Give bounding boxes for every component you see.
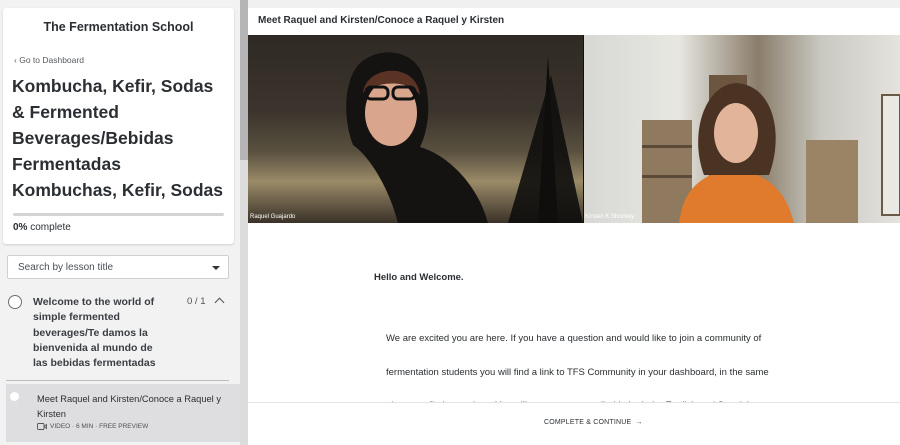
- participant-name-right: Kirsten K Shockey: [585, 214, 635, 220]
- search-placeholder: Search by lesson title: [18, 262, 114, 273]
- course-title: Kombucha, Kefir, Sodas & Fermented Bever…: [12, 76, 224, 200]
- progress-label: complete: [30, 222, 71, 233]
- lesson-status-icon: [10, 392, 19, 401]
- progress-text: 0% complete: [13, 222, 71, 233]
- lesson-content: Hello and Welcome. We are excited you ar…: [248, 223, 900, 411]
- video-feed-left: Raquel Guajardo: [248, 35, 583, 223]
- sidebar: The Fermentation School ‹ Go to Dashboar…: [0, 0, 240, 445]
- progress-bar: [13, 213, 224, 216]
- lesson-footer: COMPLETE & CONTINUE →: [248, 402, 900, 445]
- lesson-search-dropdown[interactable]: Search by lesson title: [7, 255, 229, 279]
- video-icon: [37, 423, 47, 430]
- chapter-section[interactable]: Welcome to the world of simple fermented…: [0, 289, 240, 381]
- lesson-text-line: fermentation students you will find a li…: [386, 366, 769, 378]
- video-player[interactable]: Raquel Guajardo Kirsten K Shockey: [248, 35, 900, 223]
- sidebar-scrollbar-thumb[interactable]: [240, 0, 248, 160]
- chapter-title: Welcome to the world of simple fermented…: [33, 296, 156, 370]
- video-frame-left: [346, 52, 583, 223]
- complete-button-label: COMPLETE & CONTINUE: [544, 419, 632, 426]
- chapter-count: 0 / 1: [187, 296, 206, 307]
- progress-percent: 0%: [13, 222, 28, 233]
- video-frame-right: [642, 75, 900, 223]
- lesson-header-title: Meet Raquel and Kirsten/Conoce a Raquel …: [258, 15, 505, 26]
- lesson-meta: VIDEO · 6 MIN · FREE PREVIEW: [37, 423, 148, 430]
- course-card: The Fermentation School ‹ Go to Dashboar…: [3, 8, 234, 244]
- go-to-dashboard-link[interactable]: ‹ Go to Dashboard: [14, 55, 84, 65]
- complete-and-continue-button[interactable]: COMPLETE & CONTINUE →: [544, 419, 643, 426]
- arrow-right-icon: →: [635, 419, 643, 426]
- video-feed-right: Kirsten K Shockey: [584, 35, 900, 223]
- lesson-text-line: We are excited you are here. If you have…: [386, 333, 762, 344]
- chevron-up-icon[interactable]: [214, 297, 225, 308]
- school-name[interactable]: The Fermentation School: [3, 20, 234, 34]
- lesson-item-active[interactable]: Meet Raquel and Kirsten/Conoce a Raquel …: [6, 384, 240, 442]
- lesson-meta-text: VIDEO · 6 MIN · FREE PREVIEW: [50, 423, 149, 430]
- lesson-main: Meet Raquel and Kirsten/Conoce a Raquel …: [248, 8, 900, 445]
- participant-name-left: Raquel Guajardo: [250, 214, 296, 220]
- lesson-title: Meet Raquel and Kirsten/Conoce a Raquel …: [37, 394, 221, 419]
- greeting-heading: Hello and Welcome.: [374, 272, 464, 283]
- back-link-label: Go to Dashboard: [19, 55, 84, 65]
- caret-down-icon: [212, 266, 220, 270]
- chapter-divider: [6, 380, 229, 381]
- chapter-status-icon: [8, 295, 22, 309]
